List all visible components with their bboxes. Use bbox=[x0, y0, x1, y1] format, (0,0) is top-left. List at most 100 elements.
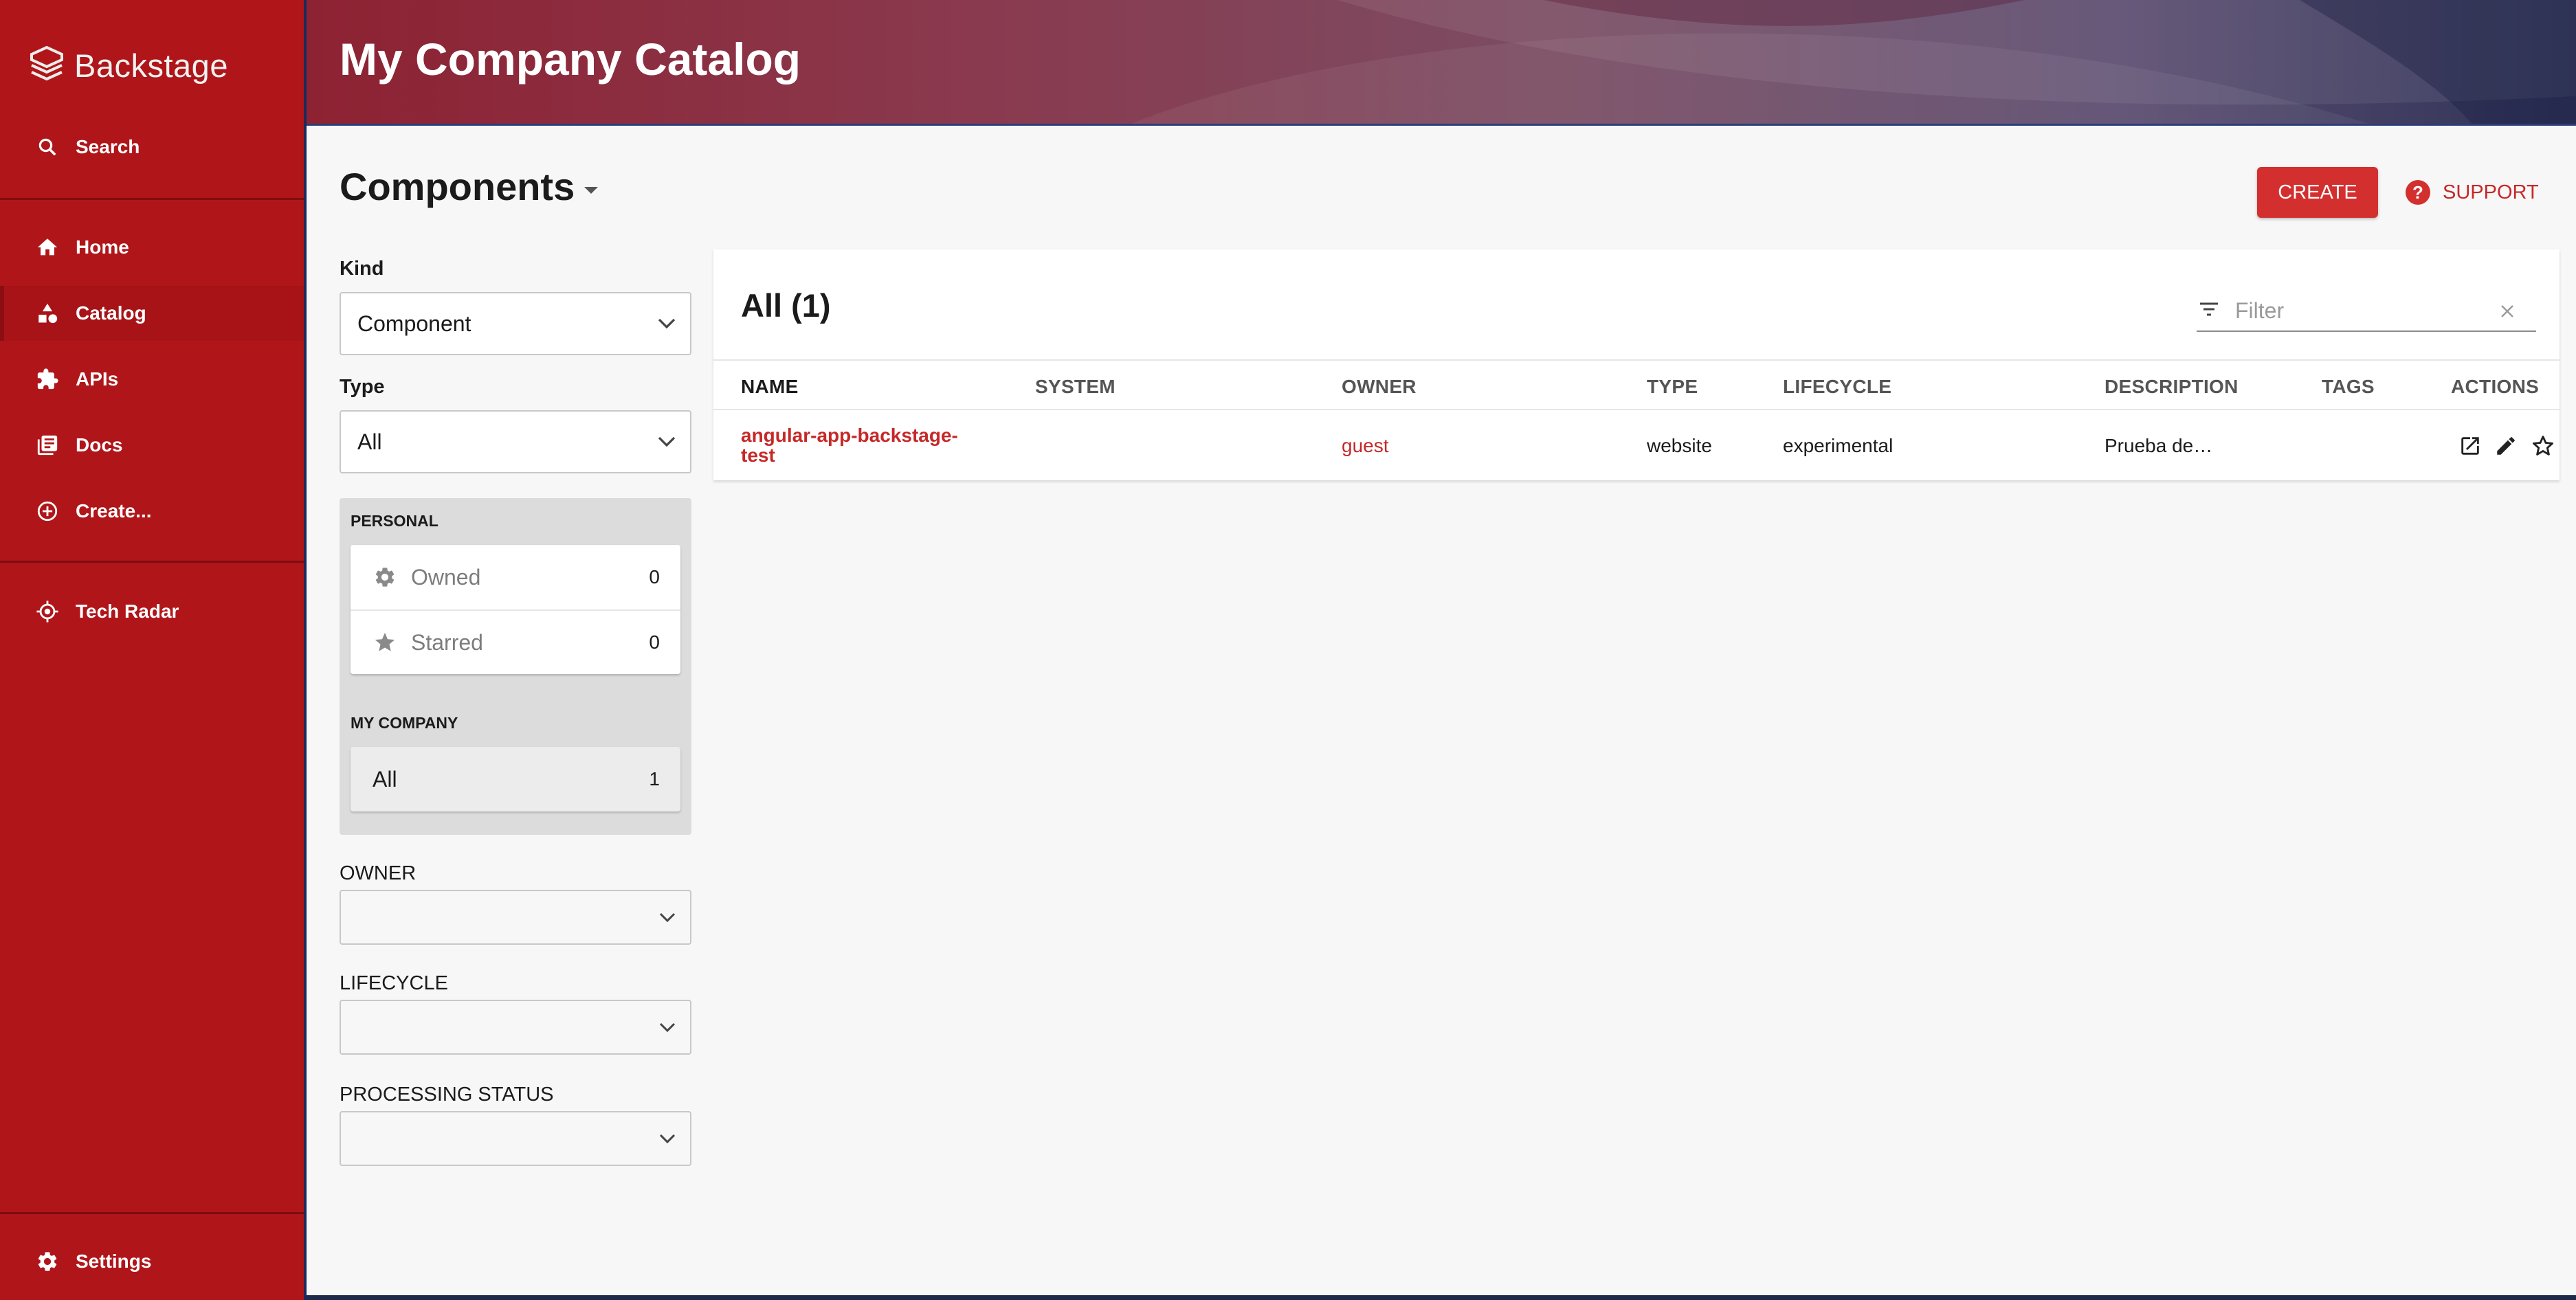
sidebar-item-label: Docs bbox=[76, 434, 123, 456]
caret-down-icon bbox=[584, 186, 599, 194]
chevron-down-icon bbox=[659, 912, 676, 923]
main-content: Components CREATE ? SUPPORT Kind Compone… bbox=[307, 124, 2576, 1295]
column-header-system[interactable]: SYSTEM bbox=[1035, 376, 1115, 398]
column-header-tags[interactable]: TAGS bbox=[2322, 376, 2375, 398]
component-name-line: test bbox=[741, 445, 775, 466]
chevron-down-icon bbox=[659, 1134, 676, 1144]
search-icon bbox=[34, 134, 60, 160]
sidebar-item-docs[interactable]: Docs bbox=[0, 418, 304, 473]
owned-label: Owned bbox=[411, 564, 481, 590]
brand-name: Backstage bbox=[74, 47, 228, 84]
support-button[interactable]: ? SUPPORT bbox=[2406, 167, 2539, 218]
page-header: My Company Catalog bbox=[307, 0, 2576, 124]
filter-list-icon bbox=[2198, 301, 2223, 321]
home-icon bbox=[34, 234, 60, 260]
sidebar: Backstage Search Home Catalog APIs Docs bbox=[0, 0, 307, 1300]
personal-label: PERSONAL bbox=[351, 512, 438, 530]
components-title[interactable]: Components bbox=[340, 164, 599, 209]
starred-count: 0 bbox=[649, 631, 660, 653]
kind-select-value: Component bbox=[357, 311, 471, 336]
starred-label: Starred bbox=[411, 629, 483, 655]
sidebar-item-label: Catalog bbox=[76, 302, 146, 324]
docs-icon bbox=[34, 432, 60, 458]
gear-icon bbox=[373, 565, 397, 590]
column-header-actions: ACTIONS bbox=[2451, 376, 2540, 397]
sidebar-item-label: Search bbox=[76, 136, 140, 157]
owned-count: 0 bbox=[649, 566, 660, 587]
sidebar-item-search[interactable]: Search bbox=[0, 120, 304, 175]
catalog-table: All (1) NAME SYSTEM OWNER TYPE LIFECYCLE… bbox=[713, 249, 2560, 480]
column-header-name[interactable]: NAME bbox=[741, 376, 799, 398]
edit-icon[interactable] bbox=[2492, 432, 2520, 460]
chevron-down-icon bbox=[658, 436, 676, 447]
table-title: All (1) bbox=[741, 287, 831, 324]
catalog-icon bbox=[34, 300, 60, 326]
owner-label: OWNER bbox=[340, 862, 417, 884]
all-count: 1 bbox=[649, 768, 660, 789]
processing-status-select[interactable] bbox=[340, 1111, 691, 1166]
sidebar-item-label: Create... bbox=[76, 500, 152, 522]
puzzle-icon bbox=[34, 366, 60, 392]
sidebar-item-apis[interactable]: APIs bbox=[0, 352, 304, 407]
chevron-down-icon bbox=[659, 1022, 676, 1033]
user-filter-group: PERSONAL Owned 0 Starred 0 MY COMPANY Al… bbox=[340, 498, 691, 835]
owner-select[interactable] bbox=[340, 890, 691, 945]
column-header-description[interactable]: DESCRIPTION bbox=[2105, 376, 2239, 398]
clear-icon[interactable] bbox=[2499, 303, 2516, 320]
owner-link[interactable]: guest bbox=[1342, 435, 1389, 457]
star-icon bbox=[373, 630, 397, 655]
chevron-down-icon bbox=[658, 318, 676, 329]
all-filter[interactable]: All 1 bbox=[351, 747, 680, 811]
sidebar-divider bbox=[0, 1212, 304, 1214]
all-label: All bbox=[373, 766, 397, 792]
help-icon: ? bbox=[2406, 180, 2430, 205]
sidebar-divider bbox=[0, 198, 304, 200]
support-label: SUPPORT bbox=[2443, 181, 2539, 203]
gear-icon bbox=[34, 1248, 60, 1275]
sidebar-item-tech-radar[interactable]: Tech Radar bbox=[0, 584, 304, 639]
type-label: Type bbox=[340, 376, 385, 398]
sidebar-item-settings[interactable]: Settings bbox=[0, 1234, 304, 1289]
type-select-value: All bbox=[357, 429, 382, 454]
personal-card: Owned 0 Starred 0 bbox=[351, 545, 680, 674]
type-select[interactable]: All bbox=[340, 410, 691, 473]
company-card: All 1 bbox=[351, 747, 680, 811]
kind-select[interactable]: Component bbox=[340, 292, 691, 355]
radar-icon bbox=[34, 598, 60, 625]
kind-label: Kind bbox=[340, 258, 384, 280]
cell-type: website bbox=[1647, 435, 1712, 456]
brand-logo[interactable]: Backstage bbox=[29, 41, 228, 89]
column-header-owner[interactable]: OWNER bbox=[1342, 376, 1417, 398]
sidebar-item-home[interactable]: Home bbox=[0, 220, 304, 275]
sidebar-item-catalog[interactable]: Catalog bbox=[0, 286, 304, 341]
create-button[interactable]: CREATE bbox=[2257, 167, 2378, 218]
column-header-lifecycle[interactable]: LIFECYCLE bbox=[1783, 376, 1891, 398]
lifecycle-select[interactable] bbox=[340, 1000, 691, 1055]
sidebar-item-label: APIs bbox=[76, 368, 119, 390]
component-name-link[interactable]: angular-app-backstage- test bbox=[741, 425, 988, 465]
sidebar-item-label: Tech Radar bbox=[76, 601, 179, 622]
table-header: NAME SYSTEM OWNER TYPE LIFECYCLE DESCRIP… bbox=[713, 359, 2560, 410]
table-row: angular-app-backstage- test guest websit… bbox=[713, 410, 2560, 480]
starred-filter[interactable]: Starred 0 bbox=[351, 609, 680, 674]
filter-input[interactable] bbox=[2235, 298, 2483, 324]
components-title-label: Components bbox=[340, 165, 575, 208]
sidebar-item-label: Settings bbox=[76, 1251, 152, 1272]
open-external-icon[interactable] bbox=[2456, 432, 2484, 460]
add-circle-icon bbox=[34, 498, 60, 524]
company-label: MY COMPANY bbox=[351, 714, 458, 732]
cell-description: Prueba de… bbox=[2105, 435, 2213, 456]
page-title: My Company Catalog bbox=[340, 34, 801, 85]
processing-status-label: PROCESSING STATUS bbox=[340, 1084, 554, 1106]
table-filter bbox=[2197, 291, 2536, 332]
component-name-line: angular-app-backstage- bbox=[741, 425, 958, 446]
sidebar-divider bbox=[0, 561, 304, 563]
sidebar-item-create[interactable]: Create... bbox=[0, 484, 304, 539]
star-outline-icon[interactable] bbox=[2529, 432, 2557, 460]
lifecycle-label: LIFECYCLE bbox=[340, 972, 448, 994]
sidebar-item-label: Home bbox=[76, 236, 129, 258]
owned-filter[interactable]: Owned 0 bbox=[351, 545, 680, 609]
column-header-type[interactable]: TYPE bbox=[1647, 376, 1698, 398]
backstage-logo-icon bbox=[30, 45, 63, 81]
cell-lifecycle: experimental bbox=[1783, 435, 1894, 456]
